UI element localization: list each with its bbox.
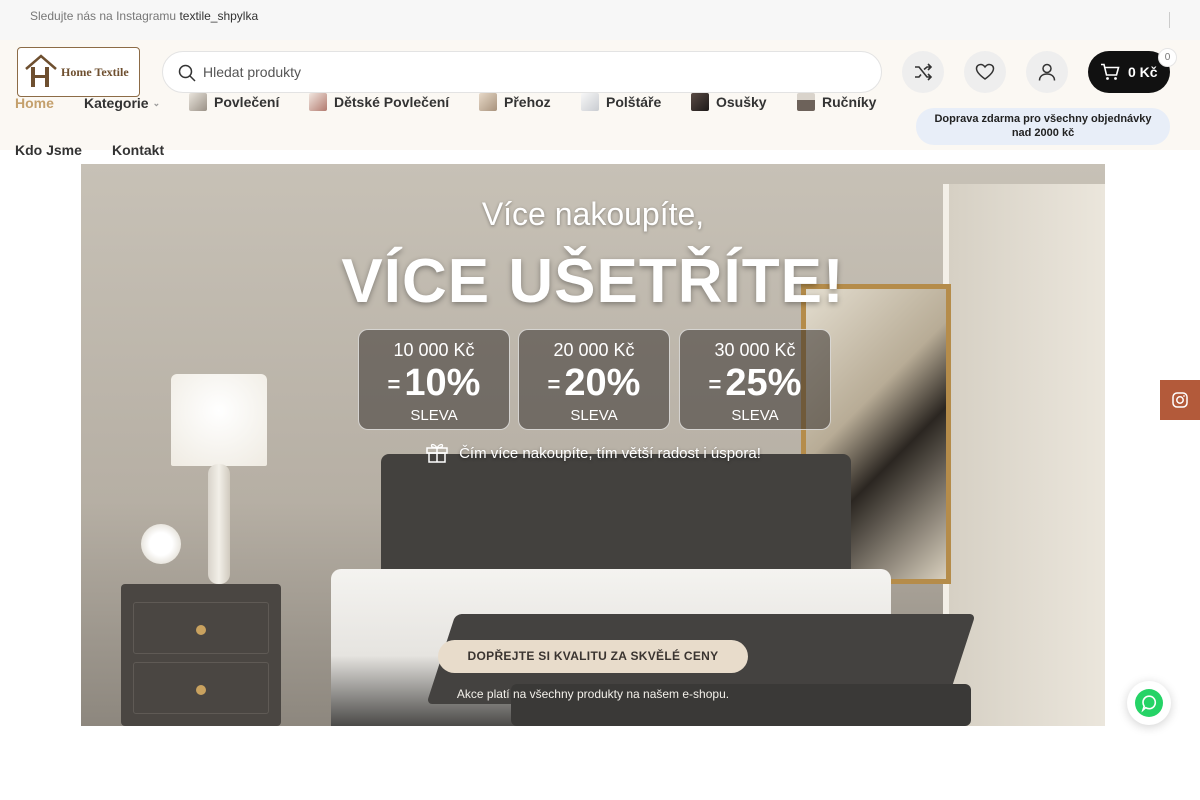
banner-cta-button[interactable]: DOPŘEJTE SI KVALITU ZA SKVĚLÉ CENY [438,640,748,673]
bedspread-thumbnail-icon [479,93,497,111]
towel-thumbnail-icon [797,93,815,111]
nav-kontakt-label: Kontakt [112,142,165,158]
banner-motto: Čím více nakoupíte, tím větší radost i ú… [81,441,1105,467]
equals-sign: = [708,371,722,397]
shuffle-icon [915,63,933,81]
tier-percent-row: = 25% [680,363,830,405]
nav-osusky-label: Osušky [716,94,767,110]
instagram-side-button[interactable] [1160,380,1200,420]
tier-label: SLEVA [570,406,618,424]
tier-threshold: 30 000 Kč [714,340,796,360]
pillow-thumbnail-icon [581,93,599,111]
nav-osusky[interactable]: Osušky [691,93,767,111]
nav-rucniky[interactable]: Ručníky [797,93,876,111]
banner-lamp-base-image [208,464,230,584]
tier-percent: 10% [404,362,481,404]
nav-kategorie-label: Kategorie [84,95,149,111]
heart-icon [975,63,995,80]
nav-detske-povleceni[interactable]: Dětské Povlečení [309,93,449,111]
banner-headline-small: Více nakoupíte, [481,196,705,232]
site-header: Home Textile 0 Kč 0 Home [0,40,1200,158]
nightstand-drawer [133,602,269,654]
discount-tier-2: 20 000 Kč = 20% SLEVA [518,329,670,430]
instagram-handle-link[interactable]: textile_shpylka [179,9,258,23]
tier-label: SLEVA [410,406,458,424]
equals-sign: = [547,371,561,397]
user-icon [1038,63,1056,81]
tier-label: SLEVA [731,406,779,424]
tier-percent: 25% [725,362,802,404]
main-navigation: Home Kategorie ⌄ Povlečení Dětské Povleč… [0,40,900,158]
free-shipping-line1: Doprava zdarma pro všechny objednávky [934,113,1152,125]
gift-icon [425,441,449,467]
equals-sign: = [387,371,401,397]
nav-povleceni[interactable]: Povlečení [189,93,279,111]
instagram-icon [1172,392,1188,408]
whatsapp-chat-button[interactable] [1127,681,1171,725]
topbar-divider [1169,12,1170,28]
discount-tier-3: 30 000 Kč = 25% SLEVA [679,329,831,430]
nav-povleceni-label: Povlečení [214,94,280,110]
kids-bedding-thumbnail-icon [309,93,327,111]
nav-home[interactable]: Home [15,95,54,111]
nav-home-label: Home [15,95,54,111]
banner-headline-large: VÍCE UŠETŘÍTE! [341,247,845,316]
banner-note: Akce platí na všechny produkty na našem … [456,687,730,701]
nav-kategorie[interactable]: Kategorie ⌄ [84,95,160,111]
nav-detske-label: Dětské Povlečení [334,94,450,110]
promo-banner[interactable]: Více nakoupíte, VÍCE UŠETŘÍTE! 10 000 Kč… [81,164,1105,726]
nav-rucniky-label: Ručníky [822,94,877,110]
nav-polstare[interactable]: Polštáře [581,93,661,111]
nav-prehoz[interactable]: Přehoz [479,93,551,111]
free-shipping-badge: Doprava zdarma pro všechny objednávky na… [916,108,1170,145]
tier-threshold: 10 000 Kč [393,340,475,360]
nav-prehoz-label: Přehoz [504,94,551,110]
wishlist-button[interactable] [964,51,1006,93]
drawer-knob [196,625,206,635]
tier-threshold: 20 000 Kč [553,340,635,360]
instagram-promo: Sledujte nás na Instagramu textile_shpyl… [30,9,258,23]
account-button[interactable] [1026,51,1068,93]
top-bar: Sledujte nás na Instagramu textile_shpyl… [0,0,1200,40]
bedding-thumbnail-icon [189,93,207,111]
whatsapp-icon [1135,689,1163,717]
tier-percent-row: = 10% [359,363,509,405]
bath-towel-thumbnail-icon [691,93,709,111]
banner-nightstand-image [121,584,281,726]
nav-polstare-label: Polštáře [606,94,662,110]
tier-percent: 20% [564,362,641,404]
instagram-promo-text: Sledujte nás na Instagramu [30,9,177,23]
banner-flowers-image [141,524,181,564]
banner-motto-text: Čím více nakoupíte, tím větší radost i ú… [459,444,761,462]
discount-tier-1: 10 000 Kč = 10% SLEVA [358,329,510,430]
cart-icon [1101,63,1120,80]
nav-kontakt[interactable]: Kontakt [112,142,164,158]
cart-total: 0 Kč [1128,64,1158,80]
compare-button[interactable] [902,51,944,93]
chevron-down-icon: ⌄ [152,97,161,108]
free-shipping-line2: nad 2000 kč [1011,127,1075,139]
nav-kdo-jsme-label: Kdo Jsme [15,142,82,158]
tier-percent-row: = 20% [519,363,669,405]
nav-kdo-jsme[interactable]: Kdo Jsme [15,142,82,158]
cart-count-badge: 0 [1158,48,1177,67]
